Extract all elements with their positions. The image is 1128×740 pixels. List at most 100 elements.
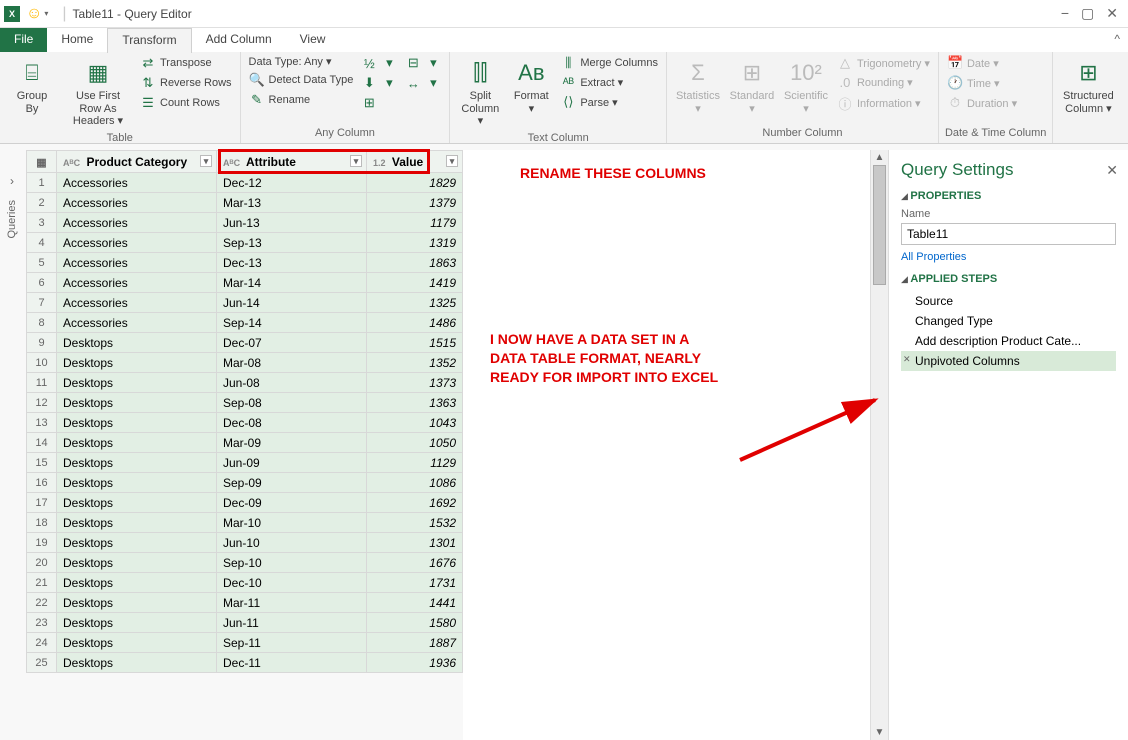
replace-values-button[interactable]: ½▾ — [359, 54, 399, 72]
scroll-up-icon[interactable]: ▲ — [875, 150, 885, 165]
cell-product-category[interactable]: Accessories — [57, 193, 217, 213]
cell-product-category[interactable]: Accessories — [57, 293, 217, 313]
table-row[interactable]: 1AccessoriesDec-121829 — [27, 173, 463, 193]
table-row[interactable]: 2AccessoriesMar-131379 — [27, 193, 463, 213]
close-button[interactable]: ✕ — [1106, 5, 1118, 22]
vertical-scrollbar[interactable]: ▲ ▼ — [870, 150, 888, 740]
rename-button[interactable]: ✎Rename — [247, 91, 356, 109]
tab-transform[interactable]: Transform — [107, 28, 191, 53]
cell-product-category[interactable]: Desktops — [57, 453, 217, 473]
tab-home[interactable]: Home — [47, 28, 107, 52]
row-number[interactable]: 24 — [27, 633, 57, 653]
cell-attribute[interactable]: Sep-10 — [217, 553, 367, 573]
row-number[interactable]: 15 — [27, 453, 57, 473]
cell-value[interactable]: 1043 — [367, 413, 463, 433]
row-select-all[interactable]: ▦ — [27, 151, 57, 173]
cell-product-category[interactable]: Desktops — [57, 373, 217, 393]
collapse-ribbon-icon[interactable]: ^ — [1106, 28, 1128, 52]
cell-attribute[interactable]: Mar-10 — [217, 513, 367, 533]
cell-value[interactable]: 1692 — [367, 493, 463, 513]
count-rows-button[interactable]: ☰Count Rows — [138, 94, 234, 112]
row-number[interactable]: 8 — [27, 313, 57, 333]
row-number[interactable]: 3 — [27, 213, 57, 233]
pivot-button[interactable]: ⊞ — [359, 94, 399, 112]
cell-value[interactable]: 1363 — [367, 393, 463, 413]
row-number[interactable]: 2 — [27, 193, 57, 213]
cell-value[interactable]: 1486 — [367, 313, 463, 333]
filter-dropdown-icon[interactable]: ▾ — [350, 155, 362, 167]
extract-button[interactable]: ᴬᴮExtract ▾ — [558, 74, 660, 91]
row-number[interactable]: 5 — [27, 253, 57, 273]
row-number[interactable]: 16 — [27, 473, 57, 493]
close-panel-icon[interactable]: ✕ — [1106, 162, 1118, 179]
table-row[interactable]: 5AccessoriesDec-131863 — [27, 253, 463, 273]
column-header-attribute[interactable]: AᴮC Attribute ▾ — [217, 151, 367, 173]
cell-product-category[interactable]: Desktops — [57, 333, 217, 353]
row-number[interactable]: 1 — [27, 173, 57, 193]
row-number[interactable]: 17 — [27, 493, 57, 513]
smiley-icon[interactable]: ☺ — [26, 5, 42, 23]
table-row[interactable]: 23DesktopsJun-111580 — [27, 613, 463, 633]
row-number[interactable]: 6 — [27, 273, 57, 293]
cell-value[interactable]: 1379 — [367, 193, 463, 213]
table-row[interactable]: 10DesktopsMar-081352 — [27, 353, 463, 373]
table-row[interactable]: 19DesktopsJun-101301 — [27, 533, 463, 553]
cell-value[interactable]: 1829 — [367, 173, 463, 193]
table-row[interactable]: 11DesktopsJun-081373 — [27, 373, 463, 393]
cell-value[interactable]: 1887 — [367, 633, 463, 653]
information-button[interactable]: ⓘInformation ▾ — [835, 93, 932, 114]
cell-attribute[interactable]: Sep-09 — [217, 473, 367, 493]
row-number[interactable]: 4 — [27, 233, 57, 253]
cell-value[interactable]: 1325 — [367, 293, 463, 313]
cell-value[interactable]: 1676 — [367, 553, 463, 573]
cell-value[interactable]: 1352 — [367, 353, 463, 373]
cell-attribute[interactable]: Mar-09 — [217, 433, 367, 453]
row-number[interactable]: 11 — [27, 373, 57, 393]
split-column-button[interactable]: ⫿⫿ Split Column ▾ — [456, 54, 504, 130]
row-number[interactable]: 14 — [27, 433, 57, 453]
table-row[interactable]: 25DesktopsDec-111936 — [27, 653, 463, 673]
format-button[interactable]: Aʙ Format ▾ — [508, 54, 554, 117]
table-row[interactable]: 7AccessoriesJun-141325 — [27, 293, 463, 313]
row-number[interactable]: 25 — [27, 653, 57, 673]
table-row[interactable]: 6AccessoriesMar-141419 — [27, 273, 463, 293]
row-number[interactable]: 12 — [27, 393, 57, 413]
cell-product-category[interactable]: Desktops — [57, 553, 217, 573]
table-row[interactable]: 17DesktopsDec-091692 — [27, 493, 463, 513]
minimize-button[interactable]: − — [1061, 5, 1069, 22]
cell-attribute[interactable]: Dec-13 — [217, 253, 367, 273]
use-first-row-headers-button[interactable]: ▦ Use First Row As Headers ▾ — [62, 54, 134, 130]
cell-attribute[interactable]: Sep-11 — [217, 633, 367, 653]
cell-value[interactable]: 1515 — [367, 333, 463, 353]
queries-tab[interactable]: Queries — [6, 200, 18, 239]
row-number[interactable]: 22 — [27, 593, 57, 613]
merge-columns-button[interactable]: ⫼Merge Columns — [558, 54, 660, 72]
row-number[interactable]: 9 — [27, 333, 57, 353]
cell-attribute[interactable]: Dec-10 — [217, 573, 367, 593]
cell-product-category[interactable]: Desktops — [57, 393, 217, 413]
standard-button[interactable]: ⊞ Standard ▾ — [727, 54, 777, 117]
cell-attribute[interactable]: Sep-08 — [217, 393, 367, 413]
date-button[interactable]: 📅Date ▾ — [945, 54, 1019, 72]
scroll-down-icon[interactable]: ▼ — [875, 725, 885, 740]
trig-button[interactable]: △Trigonometry ▾ — [835, 54, 932, 72]
transpose-button[interactable]: ⇄Transpose — [138, 54, 234, 72]
cell-product-category[interactable]: Desktops — [57, 353, 217, 373]
cell-product-category[interactable]: Accessories — [57, 253, 217, 273]
row-number[interactable]: 20 — [27, 553, 57, 573]
cell-product-category[interactable]: Desktops — [57, 473, 217, 493]
qa-dropdown-icon[interactable]: ▾ — [44, 9, 48, 18]
expand-queries-icon[interactable]: › — [0, 170, 24, 192]
cell-product-category[interactable]: Accessories — [57, 173, 217, 193]
table-row[interactable]: 9DesktopsDec-071515 — [27, 333, 463, 353]
row-number[interactable]: 21 — [27, 573, 57, 593]
filter-dropdown-icon[interactable]: ▾ — [200, 155, 212, 167]
table-row[interactable]: 4AccessoriesSep-131319 — [27, 233, 463, 253]
cell-value[interactable]: 1532 — [367, 513, 463, 533]
cell-product-category[interactable]: Desktops — [57, 593, 217, 613]
reverse-rows-button[interactable]: ⇅Reverse Rows — [138, 74, 234, 92]
cell-value[interactable]: 1419 — [367, 273, 463, 293]
table-row[interactable]: 13DesktopsDec-081043 — [27, 413, 463, 433]
applied-step[interactable]: Unpivoted Columns — [901, 351, 1116, 371]
cell-value[interactable]: 1179 — [367, 213, 463, 233]
